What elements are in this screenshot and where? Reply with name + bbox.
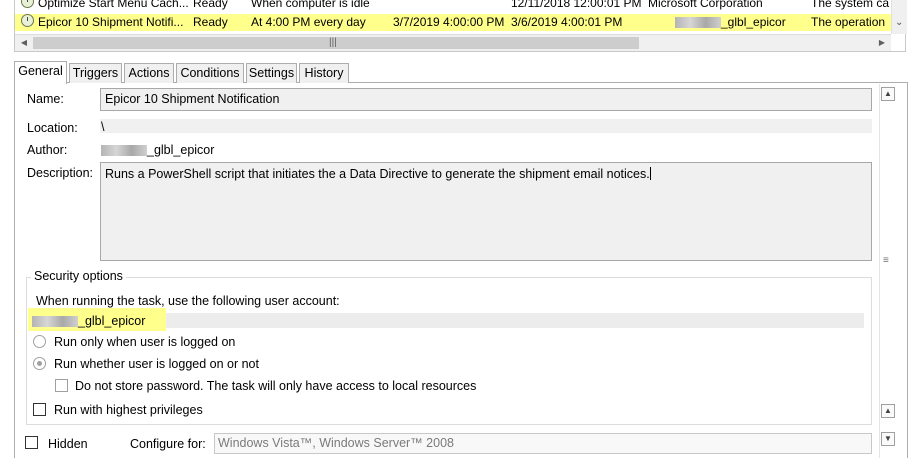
run-only-logged-on-label: Run only when user is logged on — [54, 335, 236, 349]
tab-settings[interactable]: Settings — [246, 63, 297, 83]
task-last-run: 12/11/2018 12:00:01 PM — [511, 0, 641, 10]
user-account-value: _glbl_epicor — [32, 313, 145, 329]
task-list-vertical-scrollbar[interactable]: ⌄ — [891, 0, 907, 34]
scroll-right-arrow-icon[interactable]: ▶ — [875, 37, 889, 49]
general-panel-scrollbar[interactable]: ▲ ≡ ▲ ▼ — [879, 84, 896, 458]
chevron-down-icon[interactable]: ⌄ — [895, 17, 903, 28]
task-list-horizontal-scrollbar[interactable]: ◀ ||| ▶ — [15, 34, 891, 51]
run-whether-logged-on-label: Run whether user is logged on or not — [54, 357, 259, 371]
task-triggers: At 4:00 PM every day — [251, 15, 366, 29]
scroll-up-arrow-icon[interactable]: ▲ — [881, 404, 895, 418]
task-name: Epicor 10 Shipment Notifi... — [38, 15, 184, 29]
author-value: _glbl_epicor — [101, 142, 214, 158]
run-whether-logged-on-radio[interactable] — [33, 357, 46, 370]
task-list[interactable]: Optimize Start Menu Cach... Ready When c… — [14, 0, 907, 52]
author-label: Author: — [27, 143, 68, 157]
hidden-label: Hidden — [48, 437, 88, 451]
grip-icon: ≡ — [883, 255, 889, 266]
redacted-username — [675, 17, 721, 29]
radio-selected-dot — [37, 361, 42, 366]
task-next-run: 3/7/2019 4:00:00 PM — [393, 15, 505, 29]
configure-for-label: Configure for: — [130, 437, 206, 451]
grip-icon: ||| — [329, 37, 337, 48]
run-highest-privileges-checkbox[interactable] — [33, 403, 46, 416]
tab-history[interactable]: History — [299, 63, 349, 83]
task-description: The operation — [811, 15, 886, 29]
security-options-title: Security options — [31, 269, 126, 283]
task-status: Ready — [193, 15, 228, 29]
description-textarea[interactable]: Runs a PowerShell script that initiates … — [100, 162, 872, 261]
run-highest-privileges-label: Run with highest privileges — [54, 403, 203, 417]
location-value: \ — [101, 120, 105, 134]
name-label: Name: — [27, 92, 64, 106]
scroll-left-arrow-icon[interactable]: ◀ — [17, 37, 31, 49]
hidden-checkbox[interactable] — [25, 436, 38, 449]
scroll-down-arrow-icon[interactable]: ▼ — [881, 432, 895, 446]
location-field — [100, 119, 872, 133]
run-only-logged-on-radio[interactable] — [33, 335, 46, 348]
redacted-username — [32, 316, 78, 328]
location-label: Location: — [27, 121, 78, 135]
scroll-thumb[interactable]: ||| — [33, 37, 639, 49]
run-as-label: When running the task, use the following… — [36, 294, 340, 308]
text-caret — [649, 167, 651, 180]
description-label: Description: — [27, 166, 93, 180]
configure-for-select[interactable]: Windows Vista™, Windows Server™ 2008 — [214, 433, 872, 454]
task-clock-icon — [21, 0, 34, 8]
task-name-field[interactable]: Epicor 10 Shipment Notification — [100, 88, 872, 111]
tab-general[interactable]: General — [14, 61, 67, 84]
do-not-store-password-label: Do not store password. The task will onl… — [75, 379, 477, 393]
task-status: Ready — [193, 0, 228, 10]
do-not-store-password-checkbox[interactable] — [55, 379, 68, 392]
scroll-up-arrow-icon[interactable]: ▲ — [881, 87, 895, 101]
task-row[interactable]: Optimize Start Menu Cach... Ready When c… — [15, 0, 891, 12]
task-description: The system ca — [811, 0, 890, 10]
task-author: _glbl_epicor — [675, 14, 815, 31]
task-clock-icon — [21, 14, 34, 27]
task-triggers: When computer is idle — [251, 0, 370, 10]
tab-triggers[interactable]: Triggers — [69, 63, 122, 83]
task-author: Microsoft Corporation — [648, 0, 763, 10]
task-name: Optimize Start Menu Cach... — [38, 0, 189, 10]
tab-conditions[interactable]: Conditions — [176, 63, 244, 83]
task-last-run: 3/6/2019 4:00:01 PM — [511, 15, 623, 29]
tab-actions[interactable]: Actions — [124, 63, 174, 83]
task-row-selected[interactable]: Epicor 10 Shipment Notifi... Ready At 4:… — [15, 14, 891, 31]
redacted-username — [101, 145, 147, 157]
